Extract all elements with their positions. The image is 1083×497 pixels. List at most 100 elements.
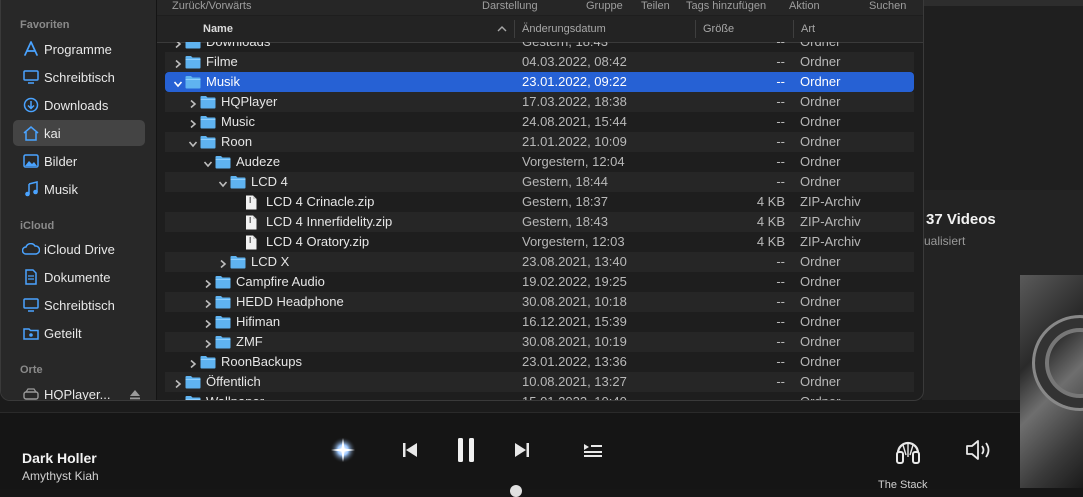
row-size: -- [776, 54, 785, 69]
chevron-down-icon[interactable] [188, 137, 198, 148]
row-name: Campfire Audio [236, 274, 325, 289]
toolbar-share[interactable]: Teilen [641, 0, 670, 12]
toolbar-search[interactable]: Suchen [869, 0, 906, 12]
sidebar-item-schreibtisch-icloud[interactable]: Schreibtisch [13, 292, 145, 318]
eject-icon[interactable] [129, 388, 141, 400]
sidebar-item-musik[interactable]: Musik [13, 176, 145, 202]
pause-icon[interactable] [451, 435, 481, 465]
toolbar-view[interactable]: Darstellung [482, 0, 538, 12]
chevron-right-icon[interactable] [188, 357, 198, 369]
progress-handle[interactable] [510, 485, 522, 497]
previous-icon[interactable] [395, 435, 425, 465]
column-header-date[interactable]: Änderungsdatum [522, 16, 606, 42]
table-row[interactable]: LCD 4 Oratory.zip Vorgestern, 12:03 4 KB ZI… [165, 232, 914, 252]
downloads-icon [21, 97, 41, 113]
chevron-right-icon[interactable] [203, 277, 213, 289]
sidebar-item-icloud-drive[interactable]: iCloud Drive [13, 236, 145, 262]
row-name: Filme [206, 54, 238, 69]
table-row[interactable]: Roon 21.01.2022, 10:09 -- Ordner [165, 132, 914, 152]
row-kind: ZIP-Archiv [800, 214, 861, 229]
table-row[interactable]: RoonBackups 23.01.2022, 13:36 -- Ordner [165, 352, 914, 372]
toolbar-action[interactable]: Aktion [789, 0, 820, 12]
row-name: LCD 4 Innerfidelity.zip [266, 214, 393, 229]
row-kind: Ordner [800, 314, 841, 329]
table-row[interactable]: LCD 4 Crinacle.zip Gestern, 18:37 4 KB ZIP-… [165, 192, 914, 212]
sidebar-item-schreibtisch[interactable]: Schreibtisch [13, 64, 145, 90]
column-header-name[interactable]: Name [203, 16, 233, 42]
row-kind: Ordner [800, 294, 841, 309]
finder-window: Favoriten Programme Schreibtisch Downloa… [0, 0, 924, 401]
chevron-down-icon[interactable] [218, 177, 228, 188]
row-date: 19.02.2022, 19:25 [522, 274, 627, 289]
row-name: Musik [206, 74, 240, 89]
row-kind: Ordner [800, 392, 840, 400]
table-row[interactable]: HEDD Headphone 30.08.2021, 10:18 -- Ordner [165, 292, 914, 312]
table-row[interactable]: Audeze Vorgestern, 12:04 -- Ordner [165, 152, 914, 172]
table-row[interactable]: LCD 4 Gestern, 18:44 -- Ordner [165, 172, 914, 192]
column-header-size[interactable]: Größe [703, 16, 734, 42]
table-row[interactable]: HQPlayer 17.03.2022, 18:38 -- Ordner [165, 92, 914, 112]
table-row[interactable]: Öffentlich 10.08.2021, 13:27 -- Ordner [165, 372, 914, 392]
table-row[interactable]: ZMF 30.08.2021, 10:19 -- Ordner [165, 332, 914, 352]
table-row[interactable]: Filme 04.03.2022, 08:42 -- Ordner [165, 52, 914, 72]
row-name: RoonBackups [221, 354, 302, 369]
chevron-right-icon[interactable] [203, 297, 213, 309]
next-icon[interactable] [507, 435, 537, 465]
chevron-down-icon[interactable] [203, 157, 213, 168]
zone-label[interactable]: The Stack [878, 479, 928, 491]
toolbar-back-forward[interactable]: Zurück/Vorwärts [172, 0, 251, 12]
track-title[interactable]: Dark Holler [22, 450, 97, 466]
row-kind: ZIP-Archiv [800, 194, 861, 209]
chevron-right-icon[interactable] [173, 57, 183, 69]
sidebar-item-bilder[interactable]: Bilder [13, 148, 145, 174]
chevron-right-icon[interactable] [218, 257, 228, 269]
chevron-right-icon[interactable] [203, 317, 213, 329]
table-row[interactable]: Hifiman 16.12.2021, 15:39 -- Ordner [165, 312, 914, 332]
sort-chevron-up-icon[interactable] [497, 16, 507, 42]
album-art[interactable] [1020, 275, 1083, 488]
album-tile[interactable] [922, 0, 1083, 190]
column-header-kind[interactable]: Art [801, 16, 815, 42]
home-icon [21, 125, 41, 141]
chevron-right-icon[interactable] [173, 377, 183, 389]
table-row[interactable]: Wallpaper 15.01.2022, 10:40 -- Ordner [165, 392, 914, 400]
radio-sparkle-icon[interactable] [328, 435, 358, 465]
sidebar-item-programme[interactable]: Programme [13, 36, 145, 62]
sidebar-item-dokumente[interactable]: Dokumente [13, 264, 145, 290]
sidebar-item-kai[interactable]: kai [13, 120, 145, 146]
chevron-right-icon[interactable] [188, 97, 198, 109]
table-row[interactable]: Campfire Audio 19.02.2022, 19:25 -- Ordner [165, 272, 914, 292]
sidebar-item-hqplayer-drive[interactable]: HQPlayer... [13, 381, 145, 400]
headphones-icon[interactable] [893, 437, 923, 467]
file-list: Downloads Gestern, 18:43 -- Ordner Filme 04.0… [157, 42, 923, 400]
sidebar-item-geteilt[interactable]: Geteilt [13, 320, 145, 346]
chevron-down-icon[interactable] [173, 77, 183, 88]
chevron-right-icon[interactable] [188, 117, 198, 129]
chevron-right-icon[interactable] [173, 42, 183, 49]
folder-icon [230, 175, 246, 189]
sidebar-item-downloads[interactable]: Downloads [13, 92, 145, 118]
row-size: 4 KB [756, 194, 785, 209]
chevron-right-icon[interactable] [203, 337, 213, 349]
row-size: -- [776, 274, 785, 289]
track-artist[interactable]: Amythyst Kiah [22, 469, 99, 483]
chevron-right-icon[interactable] [173, 397, 183, 400]
table-row[interactable]: LCD 4 Innerfidelity.zip Gestern, 18:43 4 K… [165, 212, 914, 232]
row-date: Gestern, 18:43 [522, 42, 608, 52]
row-date: 10.08.2021, 13:27 [522, 374, 627, 389]
row-kind: Ordner [800, 94, 841, 109]
volume-icon[interactable] [965, 435, 995, 465]
toolbar-group[interactable]: Gruppe [586, 0, 623, 12]
row-size: -- [776, 114, 785, 129]
table-row[interactable]: Downloads Gestern, 18:43 -- Ordner [165, 42, 914, 52]
folder-icon [215, 335, 231, 349]
row-date: 24.08.2021, 15:44 [522, 114, 627, 129]
row-date: Gestern, 18:37 [522, 194, 608, 209]
toolbar-add-tags[interactable]: Tags hinzufügen [686, 0, 766, 12]
queue-icon[interactable] [578, 435, 608, 465]
videos-count-title[interactable]: 37 Videos [926, 211, 996, 228]
table-row[interactable]: Musik 23.01.2022, 09:22 -- Ordner [165, 72, 914, 92]
row-size: -- [776, 294, 785, 309]
table-row[interactable]: LCD X 23.08.2021, 13:40 -- Ordner [165, 252, 914, 272]
table-row[interactable]: Music 24.08.2021, 15:44 -- Ordner [165, 112, 914, 132]
